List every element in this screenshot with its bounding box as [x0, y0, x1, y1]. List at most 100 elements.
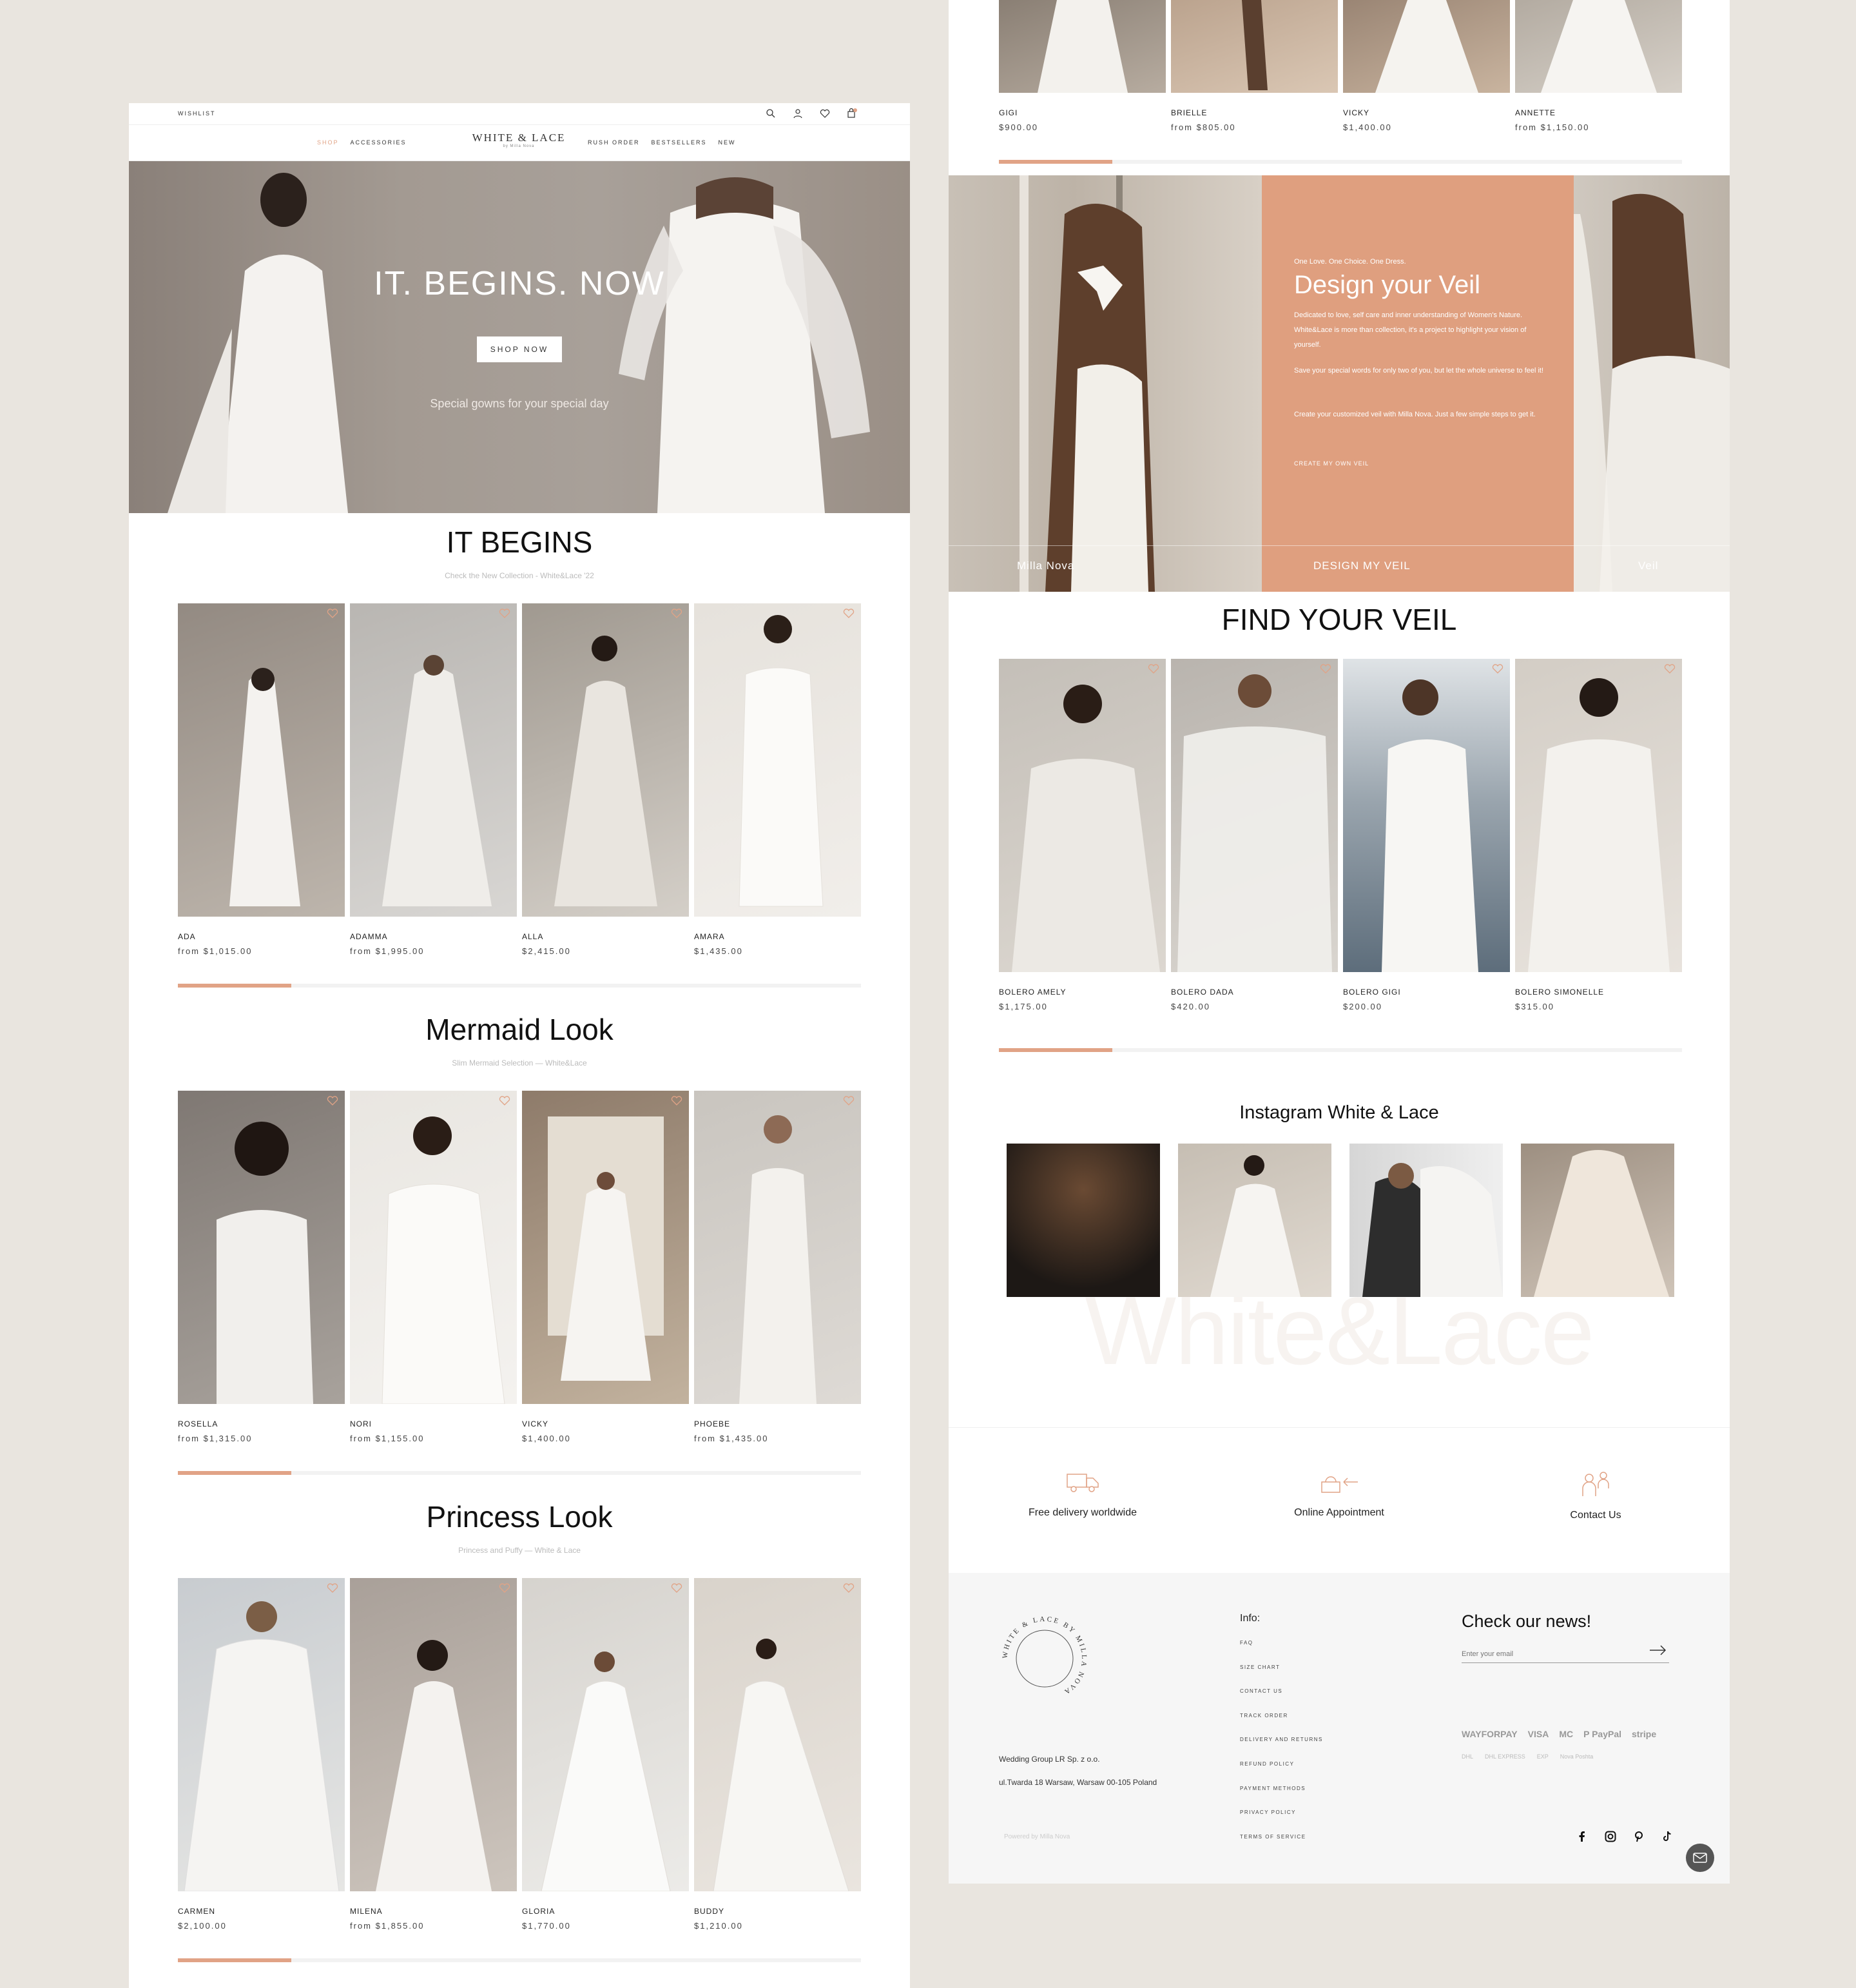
carousel-progress[interactable] [999, 1048, 1682, 1052]
product-image[interactable] [522, 1578, 689, 1891]
feature-delivery[interactable]: Free delivery worldwide [999, 1469, 1166, 1519]
product-image[interactable] [999, 0, 1166, 93]
footer-link-privacy[interactable]: PRIVACY POLICY [1240, 1809, 1323, 1834]
product-name[interactable]: GIGI [999, 108, 1166, 117]
product-name[interactable]: ADA [178, 932, 345, 941]
product-image[interactable] [522, 603, 689, 917]
pinterest-icon[interactable] [1633, 1831, 1645, 1842]
nav-bestsellers[interactable]: BESTSELLERS [652, 139, 707, 146]
product-image[interactable] [1171, 659, 1338, 972]
product-name[interactable]: BUDDY [694, 1907, 861, 1916]
nav-new[interactable]: NEW [719, 139, 736, 146]
feature-contact[interactable]: Contact Us [1512, 1469, 1679, 1521]
product-name[interactable]: BRIELLE [1171, 108, 1338, 117]
veil-image-left[interactable] [949, 175, 1262, 592]
product-name[interactable]: GLORIA [522, 1907, 689, 1916]
product-name[interactable]: ADAMMA [350, 932, 517, 941]
veil-image-right[interactable] [1574, 175, 1730, 592]
wishlist-link[interactable]: WISHLIST [178, 110, 216, 117]
product-card[interactable]: BUDDY $1,210.00 [694, 1578, 861, 1931]
instagram-icon[interactable] [1605, 1831, 1616, 1842]
footer-link-terms[interactable]: TERMS OF SERVICE [1240, 1834, 1323, 1858]
product-image[interactable] [999, 659, 1166, 972]
product-card[interactable]: VICKY $1,400.00 [522, 1091, 689, 1443]
tiktok-icon[interactable] [1661, 1831, 1673, 1842]
product-name[interactable]: VICKY [522, 1419, 689, 1428]
product-name[interactable]: NORI [350, 1419, 517, 1428]
create-veil-link[interactable]: CREATE MY OWN VEIL [1294, 460, 1369, 467]
product-card[interactable]: NORI from $1,155.00 [350, 1091, 517, 1443]
footer-link-refund[interactable]: REFUND POLICY [1240, 1761, 1323, 1786]
product-name[interactable]: BOLERO SIMONELLE [1515, 988, 1682, 997]
product-name[interactable]: AMARA [694, 932, 861, 941]
product-image[interactable] [1515, 659, 1682, 972]
product-card[interactable]: BOLERO SIMONELLE $315.00 [1515, 659, 1682, 1011]
product-name[interactable]: CARMEN [178, 1907, 345, 1916]
footer-link-track-order[interactable]: TRACK ORDER [1240, 1713, 1323, 1737]
product-card[interactable]: PHOEBE from $1,435.00 [694, 1091, 861, 1443]
product-card[interactable]: ALLA $2,415.00 [522, 603, 689, 956]
carousel-progress[interactable] [999, 160, 1682, 164]
nav-accessories[interactable]: ACCESSORIES [351, 139, 407, 146]
instagram-post[interactable] [1521, 1144, 1674, 1297]
cart-icon[interactable] [846, 107, 858, 120]
product-image[interactable] [350, 1091, 517, 1404]
product-card[interactable]: GLORIA $1,770.00 [522, 1578, 689, 1931]
instagram-post[interactable] [1007, 1144, 1160, 1297]
product-name[interactable]: BOLERO GIGI [1343, 988, 1510, 997]
product-name[interactable]: ANNETTE [1515, 108, 1682, 117]
product-image[interactable] [694, 1578, 861, 1891]
brand-logo[interactable]: WHITE & LACE by Milla Nova [438, 132, 599, 148]
product-card[interactable]: AMARA $1,435.00 [694, 603, 861, 956]
product-card[interactable]: ROSELLA from $1,315.00 [178, 1091, 345, 1443]
nav-shop[interactable]: SHOP [317, 139, 339, 146]
product-card[interactable]: CARMEN $2,100.00 [178, 1578, 345, 1931]
product-name[interactable]: BOLERO DADA [1171, 988, 1338, 997]
footer-link-contact[interactable]: CONTACT US [1240, 1688, 1323, 1713]
product-name[interactable]: ALLA [522, 932, 689, 941]
design-my-veil-link[interactable]: DESIGN MY VEIL [1313, 560, 1411, 572]
footer-link-size-chart[interactable]: SIZE CHART [1240, 1664, 1323, 1689]
product-name[interactable]: BOLERO AMELY [999, 988, 1166, 997]
chat-button[interactable] [1686, 1844, 1714, 1872]
product-image[interactable] [1343, 659, 1510, 972]
search-icon[interactable] [764, 107, 777, 120]
product-card[interactable]: ANNETTE from $1,150.00 [1515, 0, 1682, 132]
product-card[interactable]: BOLERO AMELY $1,175.00 [999, 659, 1166, 1011]
nav-rush-order[interactable]: RUSH ORDER [588, 139, 640, 146]
product-image[interactable] [178, 1091, 345, 1404]
product-card[interactable]: ADA from $1,015.00 [178, 603, 345, 956]
product-image[interactable] [522, 1091, 689, 1404]
product-image[interactable] [1515, 0, 1682, 93]
product-image[interactable] [178, 1578, 345, 1891]
facebook-icon[interactable] [1576, 1831, 1588, 1842]
footer-link-delivery[interactable]: DELIVERY AND RETURNS [1240, 1737, 1323, 1761]
product-image[interactable] [1171, 0, 1338, 93]
shop-now-button[interactable]: SHOP NOW [477, 336, 562, 362]
feature-appointment[interactable]: Online Appointment [1255, 1469, 1423, 1519]
product-card[interactable]: ADAMMA from $1,995.00 [350, 603, 517, 956]
product-image[interactable] [694, 1091, 861, 1404]
footer-link-faq[interactable]: FAQ [1240, 1640, 1323, 1664]
product-card[interactable]: VICKY $1,400.00 [1343, 0, 1510, 132]
carousel-progress[interactable] [178, 1471, 861, 1475]
product-image[interactable] [694, 603, 861, 917]
product-name[interactable]: MILENA [350, 1907, 517, 1916]
product-card[interactable]: BOLERO GIGI $200.00 [1343, 659, 1510, 1011]
product-card[interactable]: BRIELLE from $805.00 [1171, 0, 1338, 132]
newsletter-email-input[interactable] [1462, 1645, 1669, 1663]
product-image[interactable] [350, 603, 517, 917]
product-card[interactable]: GIGI $900.00 [999, 0, 1166, 132]
product-image[interactable] [350, 1578, 517, 1891]
footer-link-payment[interactable]: PAYMENT METHODS [1240, 1786, 1323, 1810]
carousel-progress[interactable] [178, 984, 861, 988]
product-card[interactable]: MILENA from $1,855.00 [350, 1578, 517, 1931]
instagram-post[interactable] [1349, 1144, 1503, 1297]
instagram-post[interactable] [1178, 1144, 1331, 1297]
product-card[interactable]: BOLERO DADA $420.00 [1171, 659, 1338, 1011]
account-icon[interactable] [791, 107, 804, 120]
product-image[interactable] [178, 603, 345, 917]
product-name[interactable]: ROSELLA [178, 1419, 345, 1428]
product-image[interactable] [1343, 0, 1510, 93]
carousel-progress[interactable] [178, 1958, 861, 1962]
